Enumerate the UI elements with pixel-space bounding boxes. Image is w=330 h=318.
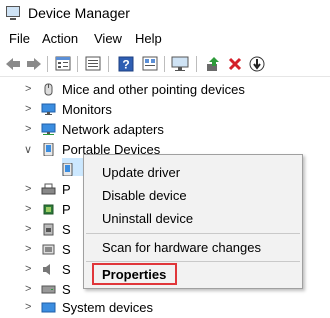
uninstall-device-menu-item[interactable]: Uninstall device	[102, 211, 193, 226]
tree-item-label: S	[62, 262, 71, 277]
chevron-right-icon[interactable]: >	[25, 283, 31, 295]
chevron-right-icon[interactable]: >	[25, 183, 31, 195]
chevron-right-icon[interactable]: >	[25, 203, 31, 215]
storage-icon	[41, 285, 56, 294]
back-arrow-icon[interactable]	[4, 55, 22, 72]
chevron-right-icon[interactable]: >	[25, 83, 31, 95]
update-driver-icon[interactable]	[204, 55, 222, 72]
toolbar: ?	[0, 52, 330, 77]
help-icon[interactable]: ?	[117, 55, 135, 72]
network-icon	[41, 123, 56, 135]
scan-hardware-menu-item[interactable]: Scan for hardware changes	[102, 240, 261, 255]
tree-item-label: S	[62, 282, 71, 297]
tree-item-label: S	[62, 242, 71, 257]
tree-item-label: System devices	[62, 300, 154, 315]
tree-item-monitors[interactable]: > Monitors	[0, 100, 330, 120]
tree-item-system-devices[interactable]: > System devices	[0, 298, 330, 318]
disable-device-menu-item[interactable]: Disable device	[102, 188, 187, 203]
tree-item-label: Monitors	[62, 102, 112, 117]
chevron-right-icon[interactable]: >	[25, 263, 31, 275]
svg-text:?: ?	[122, 57, 129, 71]
properties-icon[interactable]	[54, 55, 72, 72]
software-icon	[42, 244, 55, 255]
monitor-icon	[41, 103, 56, 115]
chevron-right-icon[interactable]: >	[25, 243, 31, 255]
tree-item-label: P	[62, 182, 71, 197]
context-menu: Update driver Disable device Uninstall d…	[83, 154, 303, 289]
security-icon	[43, 223, 54, 236]
tree-item-label: S	[62, 222, 71, 237]
forward-arrow-icon[interactable]	[25, 55, 43, 72]
tree-item-label: Network adapters	[62, 122, 164, 137]
menu-action[interactable]: Action	[42, 31, 78, 46]
tree-item-mice[interactable]: > Mice and other pointing devices	[0, 80, 330, 100]
portable-device-icon	[43, 143, 54, 156]
tree-item-label: Mice and other pointing devices	[62, 82, 245, 97]
scan-monitor-icon[interactable]	[171, 55, 189, 72]
chevron-right-icon[interactable]: >	[25, 223, 31, 235]
menu-bar: File Action View Help	[0, 28, 330, 50]
printer-icon	[41, 183, 56, 195]
processor-icon	[43, 204, 54, 215]
menu-view[interactable]: View	[94, 31, 122, 46]
chevron-right-icon[interactable]: >	[25, 301, 31, 313]
properties-menu-item[interactable]: Properties	[102, 267, 166, 282]
list-icon[interactable]	[84, 55, 102, 72]
menu-separator	[86, 233, 300, 234]
disable-icon[interactable]	[248, 55, 266, 72]
system-icon	[41, 302, 56, 313]
chevron-down-icon[interactable]: ∨	[24, 143, 32, 156]
uninstall-icon[interactable]	[226, 55, 244, 72]
update-driver-menu-item[interactable]: Update driver	[102, 165, 180, 180]
title-bar: Device Manager	[0, 0, 330, 26]
resources-icon[interactable]	[141, 55, 159, 72]
mouse-icon	[44, 83, 53, 96]
chevron-right-icon[interactable]: >	[25, 103, 31, 115]
menu-help[interactable]: Help	[135, 31, 162, 46]
tree-item-network[interactable]: > Network adapters	[0, 120, 330, 140]
menu-file[interactable]: File	[9, 31, 30, 46]
sound-icon	[43, 264, 50, 275]
window-title: Device Manager	[28, 5, 130, 21]
device-icon	[62, 163, 73, 176]
menu-separator	[86, 261, 300, 262]
tree-item-label: P	[62, 202, 71, 217]
chevron-right-icon[interactable]: >	[25, 123, 31, 135]
device-manager-icon	[6, 6, 20, 20]
